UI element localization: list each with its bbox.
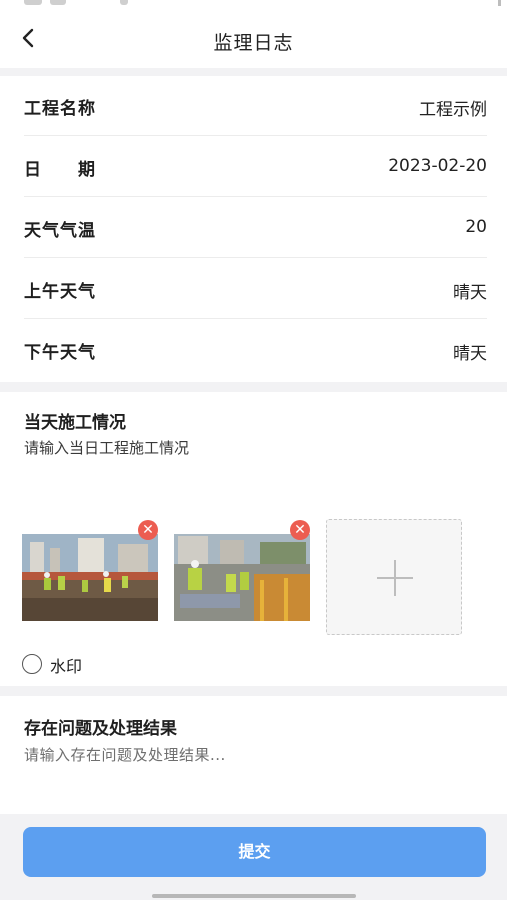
construction-card: 当天施工情况 请输入当日工程施工情况 ✕ ✕ 水印: [0, 392, 507, 686]
project-info-card: 工程名称 工程示例 日 期 2023-02-20 天气气温 20 上午天气 晴天…: [0, 76, 507, 382]
add-photo-button[interactable]: [326, 519, 462, 635]
construction-site-photo: [174, 534, 310, 621]
construction-photo-1[interactable]: [22, 534, 158, 621]
temperature-value: 20: [465, 217, 487, 237]
morning-weather-label: 上午天气: [24, 282, 96, 302]
date-row[interactable]: 日 期 2023-02-20: [24, 137, 487, 197]
plus-icon-stroke: [394, 560, 396, 596]
watermark-radio[interactable]: [22, 654, 42, 674]
afternoon-weather-row[interactable]: 下午天气 晴天: [24, 320, 487, 380]
issues-input[interactable]: 请输入存在问题及处理结果...: [24, 744, 226, 765]
project-name-row[interactable]: 工程名称 工程示例: [24, 76, 487, 136]
construction-photo-2[interactable]: [174, 534, 310, 621]
delete-photo-1-button[interactable]: ✕: [138, 520, 158, 540]
construction-title: 当天施工情况: [24, 413, 126, 433]
date-value: 2023-02-20: [388, 156, 487, 176]
watermark-label: 水印: [50, 657, 83, 676]
issues-title: 存在问题及处理结果: [24, 719, 177, 739]
page-title: 监理日志: [213, 32, 294, 54]
morning-weather-value: 晴天: [453, 283, 487, 303]
status-bar: [0, 0, 507, 8]
submit-button[interactable]: 提交: [23, 827, 486, 877]
status-notification-icon: [120, 0, 128, 5]
delete-photo-2-button[interactable]: ✕: [290, 520, 310, 540]
construction-input[interactable]: 请输入当日工程施工情况: [24, 437, 189, 458]
close-icon: ✕: [294, 522, 306, 538]
status-time-fragment: [24, 0, 42, 5]
project-name-value: 工程示例: [419, 100, 487, 120]
close-icon: ✕: [142, 522, 154, 538]
project-name-label: 工程名称: [24, 99, 96, 119]
status-time-fragment: [50, 0, 66, 5]
battery-icon: [498, 0, 501, 6]
afternoon-weather-label: 下午天气: [24, 343, 96, 363]
nav-bar: 监理日志: [0, 8, 507, 68]
home-indicator: [152, 894, 356, 898]
afternoon-weather-value: 晴天: [453, 344, 487, 364]
temperature-label: 天气气温: [24, 221, 96, 241]
temperature-row[interactable]: 天气气温 20: [24, 198, 487, 258]
morning-weather-row[interactable]: 上午天气 晴天: [24, 259, 487, 319]
date-label: 日 期: [24, 160, 96, 180]
issues-card: 存在问题及处理结果 请输入存在问题及处理结果...: [0, 696, 507, 814]
construction-site-photo: [22, 534, 158, 621]
